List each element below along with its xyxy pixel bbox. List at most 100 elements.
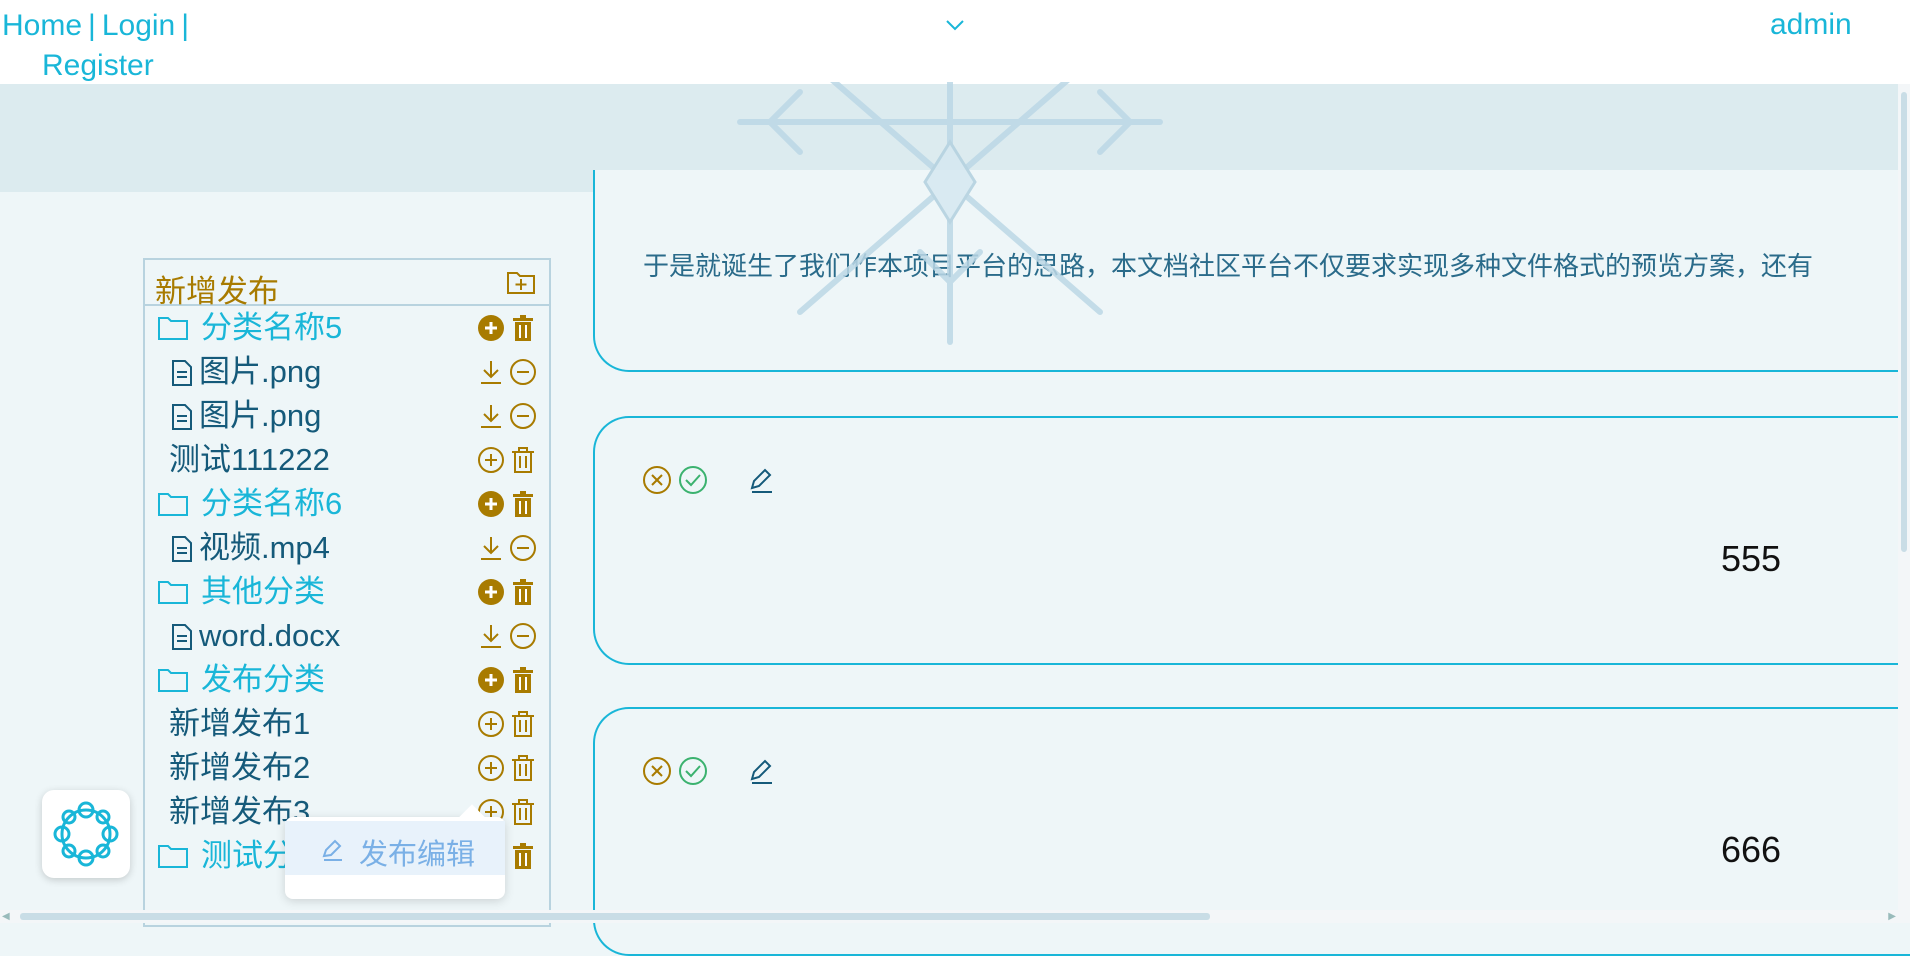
trash-icon[interactable] (509, 754, 537, 782)
sidebar-title: 新增发布 (155, 274, 279, 309)
download-icon[interactable] (477, 622, 505, 650)
file-icon (172, 624, 192, 650)
trash-filled-icon[interactable] (509, 314, 537, 342)
post-actions (641, 755, 777, 787)
row-actions (477, 490, 537, 520)
publish-edit-label: 发布编辑 (359, 839, 476, 871)
file-label: 图片.png (199, 354, 322, 389)
approve-icon[interactable] (677, 464, 709, 496)
scroll-right-arrow-icon[interactable]: ▶ (1888, 911, 1896, 922)
remove-circle-icon[interactable] (509, 358, 537, 386)
trash-filled-icon[interactable] (509, 490, 537, 518)
add-circle-filled-icon[interactable] (477, 314, 505, 342)
folder-icon (158, 581, 188, 604)
remove-circle-icon[interactable] (509, 622, 537, 650)
top-nav-bar: Home | Login | Register admin (0, 0, 1910, 85)
row-actions (477, 358, 537, 388)
row-actions (477, 446, 537, 476)
download-icon[interactable] (477, 402, 505, 430)
nav-separator: | (88, 9, 96, 42)
add-folder-icon[interactable] (505, 266, 537, 298)
remove-circle-icon[interactable] (509, 402, 537, 430)
trash-filled-icon[interactable] (509, 842, 537, 870)
item-label: 新增发布1 (169, 706, 311, 741)
chevron-down-icon[interactable] (944, 14, 966, 36)
nav-home-link[interactable]: Home (2, 9, 82, 42)
category-label: 其他分类 (201, 574, 325, 609)
horizontal-scroll-thumb[interactable] (20, 913, 1210, 920)
add-circle-filled-icon[interactable] (477, 666, 505, 694)
file-label: 图片.png (199, 398, 322, 433)
nav-separator: | (181, 9, 190, 42)
sidebar-header: 新增发布 (145, 260, 549, 309)
nav-links: Home | Login | Register (2, 6, 202, 86)
edit-icon[interactable] (745, 464, 777, 496)
tree-category[interactable]: 分类名称5 (145, 306, 549, 350)
horizontal-scrollbar[interactable]: ◀ ▶ (0, 910, 1898, 923)
tree-file[interactable]: word.docx (145, 614, 549, 658)
context-popup: 发布编辑 (285, 804, 505, 899)
tree-item[interactable]: 测试111222 (145, 438, 549, 482)
add-circle-filled-icon[interactable] (477, 578, 505, 606)
folder-icon (158, 845, 188, 868)
folder-icon (158, 493, 188, 516)
download-icon[interactable] (477, 358, 505, 386)
item-label: 测试111222 (169, 442, 330, 477)
snowflake-decoration (737, 82, 1163, 345)
category-label: 分类名称6 (201, 486, 343, 521)
category-label: 发布分类 (201, 662, 325, 697)
trash-icon[interactable] (509, 446, 537, 474)
file-label: word.docx (199, 618, 341, 653)
tree-file[interactable]: 图片.png (145, 350, 549, 394)
post-value: 555 (1721, 538, 1782, 579)
row-actions (477, 622, 537, 652)
folder-icon (158, 317, 188, 340)
row-actions (477, 534, 537, 564)
remove-circle-icon[interactable] (509, 534, 537, 562)
nav-register-link[interactable]: Register (2, 46, 202, 86)
scroll-left-arrow-icon[interactable]: ◀ (2, 911, 10, 922)
trash-filled-icon[interactable] (509, 578, 537, 606)
file-icon (172, 536, 192, 562)
tree-category[interactable]: 分类名称6 (145, 482, 549, 526)
reject-icon[interactable] (641, 464, 673, 496)
tree-category[interactable]: 其他分类 (145, 570, 549, 614)
reject-icon[interactable] (641, 755, 673, 787)
add-circle-icon[interactable] (477, 710, 505, 738)
download-icon[interactable] (477, 534, 505, 562)
tree-item[interactable]: 新增发布1 (145, 702, 549, 746)
row-actions (477, 314, 537, 344)
tree-file[interactable]: 图片.png (145, 394, 549, 438)
tree-file[interactable]: 视频.mp4 (145, 526, 549, 570)
post-value: 666 (1721, 829, 1782, 870)
add-circle-icon[interactable] (477, 754, 505, 782)
trash-icon[interactable] (509, 798, 537, 826)
file-icon (172, 360, 192, 386)
flower-ornament-icon (53, 801, 119, 867)
add-circle-icon[interactable] (477, 446, 505, 474)
nav-login-link[interactable]: Login (102, 9, 175, 42)
category-label: 分类名称5 (201, 310, 343, 345)
add-circle-filled-icon[interactable] (477, 490, 505, 518)
vertical-scroll-thumb[interactable] (1901, 92, 1907, 552)
vertical-scrollbar[interactable] (1898, 84, 1910, 923)
tree-category[interactable]: 发布分类 (145, 658, 549, 702)
post-actions (641, 464, 777, 496)
edit-icon (322, 839, 342, 861)
publish-edit-menu-item[interactable]: 发布编辑 (285, 821, 505, 875)
approve-icon[interactable] (677, 755, 709, 787)
user-menu[interactable]: admin (1770, 8, 1852, 42)
trash-icon[interactable] (509, 710, 537, 738)
tree-item[interactable]: 新增发布2 (145, 746, 549, 790)
file-label: 视频.mp4 (199, 530, 330, 565)
row-actions (477, 754, 537, 784)
floating-menu-button[interactable] (42, 790, 130, 878)
folder-icon (158, 669, 188, 692)
file-icon (172, 404, 192, 430)
trash-filled-icon[interactable] (509, 666, 537, 694)
row-actions (477, 710, 537, 740)
row-actions (477, 402, 537, 432)
row-actions (477, 666, 537, 696)
edit-icon[interactable] (745, 755, 777, 787)
category-label: 测试分 (201, 838, 294, 873)
